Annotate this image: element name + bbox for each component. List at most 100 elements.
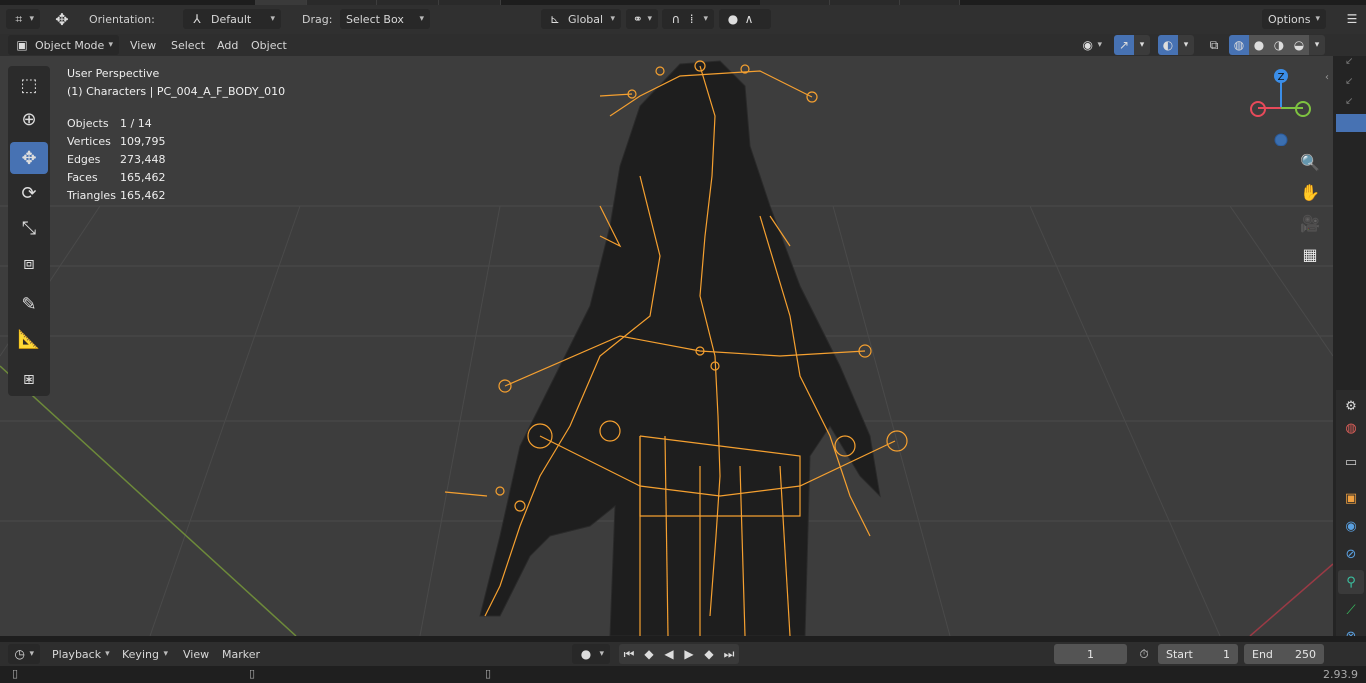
menu-object[interactable]: Object xyxy=(245,35,293,55)
marker-menu[interactable]: Marker xyxy=(216,644,266,664)
options-dropdown[interactable]: Options ▾ xyxy=(1262,9,1326,29)
mode-dropdown[interactable]: ▣ Object Mode ▾ xyxy=(8,35,119,55)
shading-dropdown[interactable]: ▾ xyxy=(1309,35,1325,55)
proportional-editing-toggle[interactable]: ● ∧ xyxy=(719,9,771,29)
shading-material[interactable]: ◑ xyxy=(1269,35,1289,55)
object-properties-tab[interactable]: ▣ xyxy=(1338,486,1364,510)
cursor-tool[interactable]: ⊕ xyxy=(10,103,48,135)
tool-properties-tab[interactable]: ⚙ xyxy=(1338,394,1364,418)
gizmo-neg-z-handle[interactable] xyxy=(1274,133,1288,146)
tool-settings-icon: ⚙ xyxy=(1345,398,1357,414)
transform-tool-button[interactable]: ✥ xyxy=(48,9,78,29)
pivot-point-dropdown[interactable]: ⚭ ▾ xyxy=(626,9,658,29)
select-box-tool[interactable]: ⬚ xyxy=(10,69,48,101)
sidebar-expand-icon[interactable]: ‹ xyxy=(1325,72,1329,83)
collection-properties-tab[interactable]: ▭ xyxy=(1338,450,1364,474)
move-tool[interactable]: ✥ xyxy=(10,142,48,174)
constraint-icon: ⊘ xyxy=(1345,546,1357,562)
shading-rendered[interactable]: ◒ xyxy=(1289,35,1309,55)
mouse-middle-icon: ▯ xyxy=(249,667,256,680)
pan-button[interactable]: ✋ xyxy=(1296,178,1324,206)
world-properties-tab[interactable]: ◍ xyxy=(1338,416,1364,440)
collection-box-icon: ▭ xyxy=(1344,454,1358,470)
object-mode-icon: ▣ xyxy=(16,38,28,52)
zoom-button[interactable]: 🔍 xyxy=(1296,148,1324,176)
clock-icon: ◷ xyxy=(14,647,25,661)
outliner-selected-row[interactable] xyxy=(1336,114,1366,132)
xray-toggle[interactable]: ⧉ xyxy=(1202,35,1226,55)
armature-data-tab[interactable]: ⚲ xyxy=(1338,570,1364,594)
navigation-gizmo[interactable]: Z xyxy=(1246,66,1316,146)
menu-add[interactable]: Add xyxy=(211,35,244,55)
stat-row: Triangles 165,462 xyxy=(67,186,166,204)
hand-icon: ✋ xyxy=(1300,182,1320,202)
constraint-properties-tab[interactable]: ⊘ xyxy=(1338,542,1364,566)
chevron-down-icon: ▾ xyxy=(29,14,34,24)
next-keyframe-button[interactable]: ◆ xyxy=(699,644,719,664)
3d-viewport[interactable]: ⬚ ⊕ ✥ ⟳ ⤡ ⧈ ✎ 📐 ⧆ xyxy=(0,56,1333,636)
jump-end-button[interactable]: ⏭ xyxy=(719,644,739,664)
add-cube-tool[interactable]: ⧆ xyxy=(10,362,48,394)
camera-view-button[interactable]: 🎥 xyxy=(1296,209,1324,237)
play-reverse-button[interactable]: ◀ xyxy=(659,644,679,664)
visibility-dropdown[interactable]: ◉ ▾ xyxy=(1076,35,1108,55)
overlay-dropdown[interactable]: ▾ xyxy=(1178,35,1194,55)
modifier-properties-tab[interactable]: ◉ xyxy=(1338,514,1364,538)
outliner-arrow-icon: ↙ xyxy=(1345,76,1354,87)
timeline-editor-type-button[interactable]: ◷ ▾ xyxy=(8,644,40,664)
scale-tool[interactable]: ⤡ xyxy=(10,212,48,244)
playback-menu[interactable]: Playback ▾ xyxy=(46,644,114,664)
sidebar-toggle-button[interactable]: ☰ xyxy=(1340,9,1364,29)
transform-space-dropdown[interactable]: ⊾ Global ▾ xyxy=(541,9,621,29)
ruler-icon: 📐 xyxy=(17,328,41,350)
gizmo-toggle[interactable]: ↗ xyxy=(1114,35,1134,55)
playback-label: Playback xyxy=(52,647,102,661)
play-button[interactable]: ▶ xyxy=(679,644,699,664)
end-label: End xyxy=(1252,647,1273,661)
play-reverse-icon: ◀ xyxy=(664,647,674,661)
current-frame-field[interactable]: 1 xyxy=(1054,644,1127,664)
shading-mode-group: ◍ ● ◑ ◒ ▾ xyxy=(1229,35,1325,55)
jump-start-button[interactable]: ⏮ xyxy=(619,644,639,664)
editor-type-button[interactable]: ⌗ ▾ xyxy=(6,9,40,29)
global-axis-icon: ⊾ xyxy=(549,12,561,26)
chevron-down-icon: ▾ xyxy=(1315,14,1320,24)
tool-shelf: ⬚ ⊕ ✥ ⟳ ⤡ ⧈ ✎ 📐 ⧆ xyxy=(8,66,50,396)
rotate-icon: ⟳ xyxy=(21,182,37,204)
orientation-dropdown[interactable]: ⅄ Default ▾ xyxy=(183,9,281,29)
mode-value: Object Mode xyxy=(35,38,105,52)
chevron-down-icon: ▾ xyxy=(419,14,424,24)
gizmo-dropdown[interactable]: ▾ xyxy=(1134,35,1150,55)
menu-view[interactable]: View xyxy=(124,35,162,55)
drag-dropdown[interactable]: Select Box ▾ xyxy=(340,9,430,29)
measure-tool[interactable]: 📐 xyxy=(10,323,48,355)
auto-keying-toggle[interactable]: ● ▾ xyxy=(572,644,610,664)
shading-solid[interactable]: ● xyxy=(1249,35,1269,55)
overlay-toggle[interactable]: ◐ xyxy=(1158,35,1178,55)
orientation-axis-icon: ⅄ xyxy=(193,12,201,26)
timeline-view-menu[interactable]: View xyxy=(177,644,215,664)
preview-range-toggle[interactable]: ⏱ xyxy=(1133,644,1155,664)
options-label: Options xyxy=(1268,12,1311,26)
playback-controls: ⏮ ◆ ◀ ▶ ◆ ⏭ xyxy=(619,644,739,664)
orientation-value: Default xyxy=(211,12,252,26)
move-icon: ✥ xyxy=(21,147,37,169)
start-frame-field[interactable]: Start 1 xyxy=(1158,644,1238,664)
shading-wireframe[interactable]: ◍ xyxy=(1229,35,1249,55)
rendered-sphere-icon: ◒ xyxy=(1293,38,1305,52)
perspective-toggle-button[interactable]: ▦ xyxy=(1296,240,1324,268)
tool-settings-header: ⌗ ▾ ✥ Orientation: ⅄ Default ▾ Drag: Sele… xyxy=(0,5,1366,34)
annotate-tool[interactable]: ✎ xyxy=(10,288,48,320)
rotate-tool[interactable]: ⟳ xyxy=(10,177,48,209)
status-bar: ▯ ▯ ▯ 2.93.9 xyxy=(0,666,1366,683)
snap-toggle[interactable]: ∩ ⁞ ▾ xyxy=(662,9,714,29)
stopwatch-icon: ⏱ xyxy=(1139,646,1149,661)
end-frame-field[interactable]: End 250 xyxy=(1244,644,1324,664)
prev-keyframe-button[interactable]: ◆ xyxy=(639,644,659,664)
keying-menu[interactable]: Keying ▾ xyxy=(116,644,174,664)
stat-value: 165,462 xyxy=(120,170,166,184)
menu-select[interactable]: Select xyxy=(165,35,211,55)
transform-tool[interactable]: ⧈ xyxy=(10,247,48,279)
stat-row: Faces 165,462 xyxy=(67,168,166,186)
bone-properties-tab[interactable]: ⟋ xyxy=(1338,598,1364,622)
